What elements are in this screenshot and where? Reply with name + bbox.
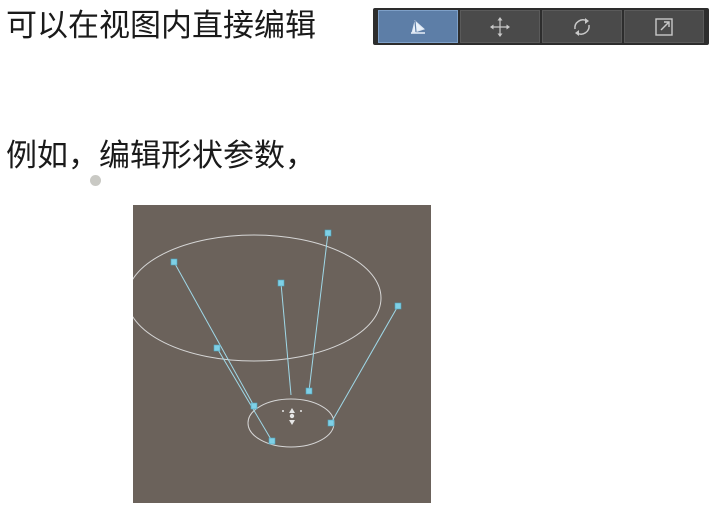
handle-bottom-front[interactable] (268, 437, 276, 445)
move-icon (489, 16, 511, 38)
handle-bottom-back[interactable] (305, 387, 313, 395)
transform-toolbar (373, 8, 709, 45)
instruction-text-edit-shape-params: 例如，编辑形状参数， (6, 138, 316, 174)
scale-button[interactable] (624, 10, 704, 43)
handle-apex[interactable] (277, 279, 285, 287)
cone-edges (173, 232, 399, 442)
scene-viewport[interactable] (133, 205, 431, 503)
center-pivot-icon (282, 408, 302, 425)
rotate-button[interactable] (542, 10, 622, 43)
scale-icon (653, 16, 675, 38)
move-button[interactable] (460, 10, 540, 43)
rotate-icon (571, 16, 593, 38)
handle-top-left[interactable] (170, 258, 178, 266)
handle-side-left[interactable] (213, 344, 221, 352)
edit-shape-icon (407, 18, 429, 36)
cone-shape-gizmo[interactable] (133, 205, 431, 503)
cone-top-ellipse (133, 234, 382, 362)
edit-shape-button[interactable] (378, 10, 458, 43)
cursor-dot (90, 175, 101, 186)
instruction-text-edit-in-view: 可以在视图内直接编辑 (6, 8, 316, 44)
handle-bottom-right[interactable] (327, 419, 335, 427)
handle-bottom-left[interactable] (250, 402, 258, 410)
handle-top-back[interactable] (324, 229, 332, 237)
handle-top-right[interactable] (394, 302, 402, 310)
